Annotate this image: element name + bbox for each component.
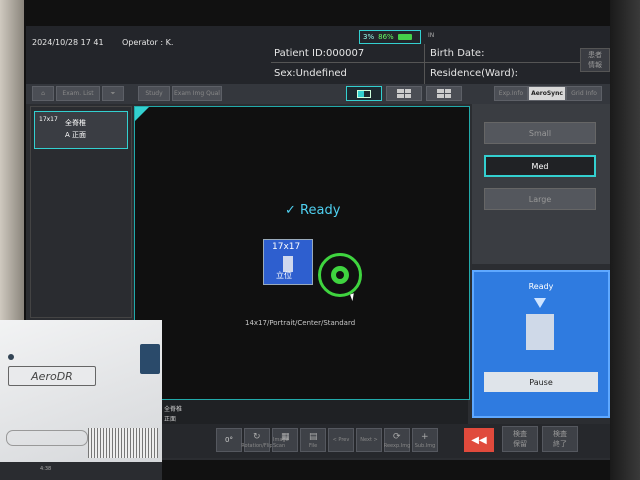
home-button[interactable]: ⌂ — [32, 86, 54, 101]
filter-icon: ⏷ — [110, 89, 116, 97]
device-logo-dot — [8, 354, 14, 360]
status-percent: 86% — [378, 33, 394, 41]
radiation-icon — [318, 253, 362, 297]
sub-img-button[interactable]: + Sub.Img — [412, 428, 438, 452]
large-button[interactable]: Large — [484, 188, 596, 210]
device-base-text: 4:38 — [40, 466, 52, 472]
detector-status: Ready — [528, 282, 554, 291]
layout-grid2-icon — [437, 89, 451, 98]
next-button[interactable]: Next > — [356, 428, 382, 452]
operator: Operator : K. — [122, 38, 174, 47]
ready-status: ✓ Ready — [285, 203, 341, 218]
exposure-description: 14x17/Portrait/Center/Standard — [245, 319, 356, 327]
plate-position: 立位 — [276, 271, 292, 280]
layout-single-button[interactable] — [346, 86, 382, 101]
mouse-cursor-icon — [350, 291, 360, 302]
file-icon: ▤ — [309, 432, 318, 442]
patient-id: Patient ID:000007 — [274, 48, 365, 59]
viewer-label2: 正面 — [164, 416, 177, 423]
pause-button[interactable]: Pause — [484, 372, 598, 392]
size-panel: Small Med Large — [472, 104, 610, 264]
filter-button[interactable]: ⏷ — [102, 86, 124, 101]
header-line — [271, 62, 609, 63]
tab-aerosync[interactable]: AeroSync — [528, 86, 566, 101]
exam-list-button[interactable]: Exam. List — [56, 86, 100, 101]
small-button[interactable]: Small — [484, 122, 596, 144]
prev-button[interactable]: < Prev — [328, 428, 354, 452]
exam-end-button[interactable]: 検査 終了 — [542, 426, 578, 452]
patient-sex: Sex:Undefined — [274, 68, 347, 79]
tab-grid-info[interactable]: Grid Info — [566, 86, 602, 101]
status-indicator: 3% 86% — [359, 30, 421, 44]
detector-plate-button[interactable]: 17x17 立位 — [263, 239, 313, 285]
plus-icon: + — [421, 432, 429, 442]
header-divider — [424, 44, 425, 86]
home-icon: ⌂ — [41, 90, 45, 97]
datetime: 2024/10/28 17 41 — [32, 38, 104, 47]
viewer-corner-marker — [135, 107, 149, 121]
med-button[interactable]: Med — [484, 155, 596, 177]
exam-img-qual-tab[interactable]: Exam Img Qual — [172, 86, 222, 101]
list-item-label1: 全脊椎 — [65, 119, 86, 127]
exam-hold-button[interactable]: 検査 保留 — [502, 426, 538, 452]
list-item[interactable]: 17x17 全脊椎 A 正面 — [34, 111, 128, 149]
device-panel — [140, 344, 160, 374]
header-small: IN — [428, 32, 435, 39]
header: 2024/10/28 17 41 Operator : K. 3% 86% IN… — [26, 26, 610, 86]
battery-icon — [397, 34, 412, 40]
plate-size: 17x17 — [272, 242, 301, 252]
image-scan-button[interactable]: ▦ Image Scan — [272, 428, 298, 452]
angle-button[interactable]: 0° — [216, 428, 242, 452]
layout-grid-icon — [397, 89, 411, 98]
layout-grid-button[interactable] — [386, 86, 422, 101]
viewer-label1: 全脊椎 — [164, 406, 183, 413]
file-button[interactable]: ▤ File — [300, 428, 326, 452]
device-brand: AeroDR — [8, 366, 96, 386]
scan-icon: ▦ — [281, 432, 290, 442]
back-button[interactable]: ◀◀ — [464, 428, 494, 452]
image-viewer[interactable]: ✓ Ready 17x17 立位 14x17/Portrait/Center/S… — [134, 106, 470, 400]
reexp-button[interactable]: ⟳ Reexp.Img — [384, 428, 410, 452]
device-base: 4:38 — [0, 462, 162, 480]
residence: Residence(Ward): — [430, 68, 518, 79]
right-tabs: Exp.Info AeroSync Grid Info — [472, 84, 610, 104]
list-item-label2: A 正面 — [65, 131, 87, 139]
device-barcode-label — [88, 428, 158, 458]
arrow-down-icon — [534, 298, 546, 308]
status-small: 3% — [363, 33, 375, 41]
device-handle — [6, 430, 88, 446]
refresh-icon: ⟳ — [393, 432, 401, 442]
tab-exp-info[interactable]: Exp.Info — [494, 86, 528, 101]
detector-status-panel: Ready Pause — [472, 270, 610, 418]
rotate-icon: ↻ — [253, 432, 261, 442]
viewer-info-bar: 全脊椎 正面 — [134, 400, 468, 424]
layout-single-icon — [357, 89, 371, 98]
study-tab[interactable]: Study — [138, 86, 170, 101]
rotation-button[interactable]: ↻ Rotation/Flip — [241, 428, 273, 452]
background-right — [610, 0, 640, 480]
detector-icon — [526, 314, 554, 350]
layout-grid2-button[interactable] — [426, 86, 462, 101]
list-item-size: 17x17 — [39, 116, 58, 123]
aerodr-device: AeroDR 4:38 — [0, 320, 162, 480]
birth-date: Birth Date: — [430, 48, 485, 59]
patient-info-button[interactable]: 患者 情報 — [580, 48, 610, 72]
exam-list-panel: 17x17 全脊椎 A 正面 — [30, 106, 132, 318]
